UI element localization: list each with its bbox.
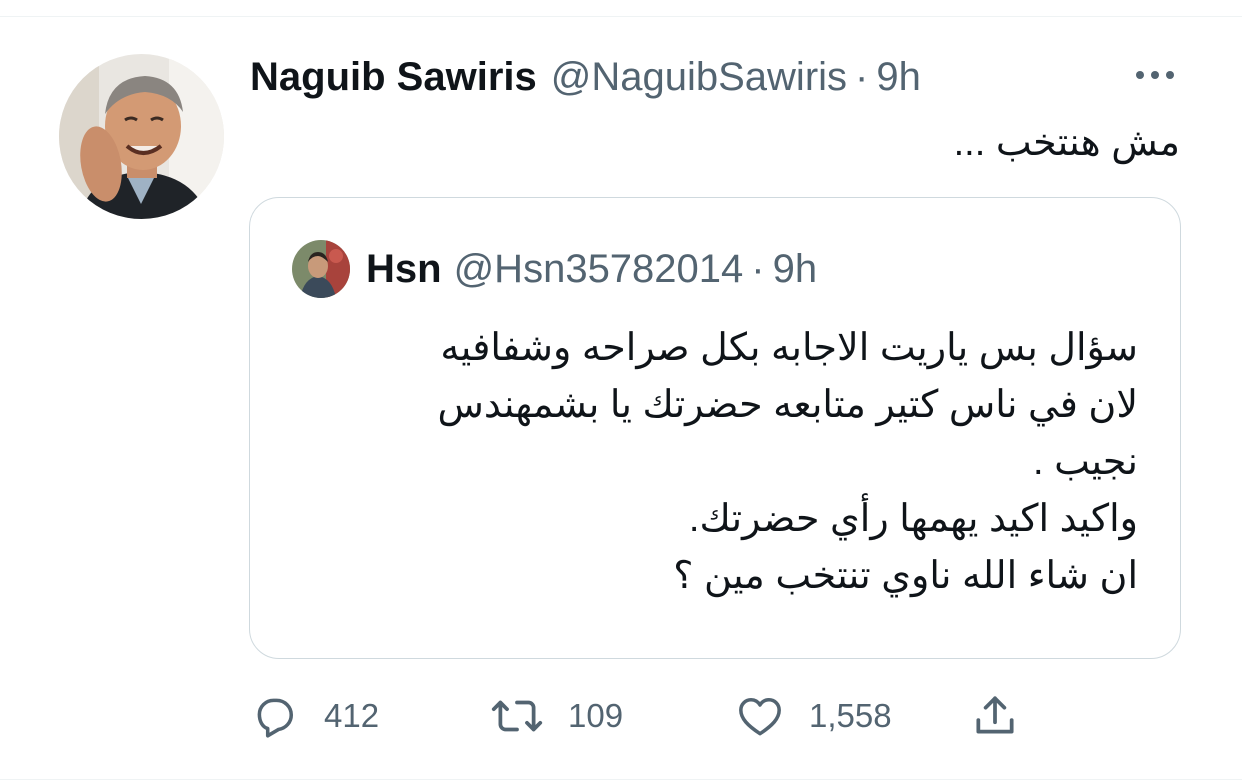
tweet-text: مش هنتخب ...: [953, 122, 1180, 164]
quoted-author-avatar[interactable]: [292, 240, 350, 298]
author-name[interactable]: Naguib Sawiris: [250, 55, 537, 100]
more-dots-icon: [1136, 71, 1174, 79]
reply-count: 412: [324, 697, 380, 734]
retweet-icon: [491, 700, 543, 732]
quoted-text-line: لان في ناس كتير متابعه حضرتك يا بشمهندس: [437, 384, 1138, 426]
bottom-divider: [0, 779, 1242, 780]
quoted-author-handle[interactable]: @Hsn35782014: [454, 247, 744, 292]
share-icon: [976, 696, 1014, 734]
more-options-button[interactable]: [1130, 60, 1180, 90]
reply-icon: [257, 698, 294, 738]
reply-button[interactable]: 412: [250, 688, 379, 744]
quoted-text-line: نجيب .: [1032, 441, 1138, 483]
like-count: 1,558: [809, 697, 892, 734]
quoted-tweet-header: Hsn @Hsn35782014 · 9h: [366, 244, 817, 294]
quoted-header-separator: ·: [751, 246, 765, 291]
retweet-count: 109: [568, 697, 624, 734]
quoted-tweet-card[interactable]: Hsn @Hsn35782014 · 9h سؤال بس ياريت الاج…: [249, 197, 1181, 659]
header-separator: ·: [855, 54, 869, 99]
quoted-text-line: ان شاء الله ناوي تنتخب مين ؟: [673, 555, 1138, 597]
author-avatar[interactable]: [59, 54, 224, 219]
tweet-timestamp[interactable]: 9h: [876, 55, 921, 100]
top-divider: [0, 16, 1242, 17]
tweet-header: Naguib Sawiris @NaguibSawiris · 9h: [250, 52, 921, 102]
quoted-author-name[interactable]: Hsn: [366, 247, 442, 292]
quoted-tweet-timestamp[interactable]: 9h: [773, 247, 818, 292]
author-handle[interactable]: @NaguibSawiris: [551, 55, 847, 100]
share-button[interactable]: [970, 688, 1020, 744]
quoted-tweet-text: سؤال بس ياريت الاجابه بكل صراحه وشفافيه …: [278, 320, 1138, 605]
quoted-text-line: سؤال بس ياريت الاجابه بكل صراحه وشفافيه: [440, 327, 1138, 369]
quoted-text-line: واكيد اكيد يهمها رأي حضرتك.: [688, 498, 1138, 540]
retweet-button[interactable]: 109: [490, 688, 623, 744]
heart-icon: [739, 697, 781, 736]
like-button[interactable]: 1,558: [735, 688, 892, 744]
